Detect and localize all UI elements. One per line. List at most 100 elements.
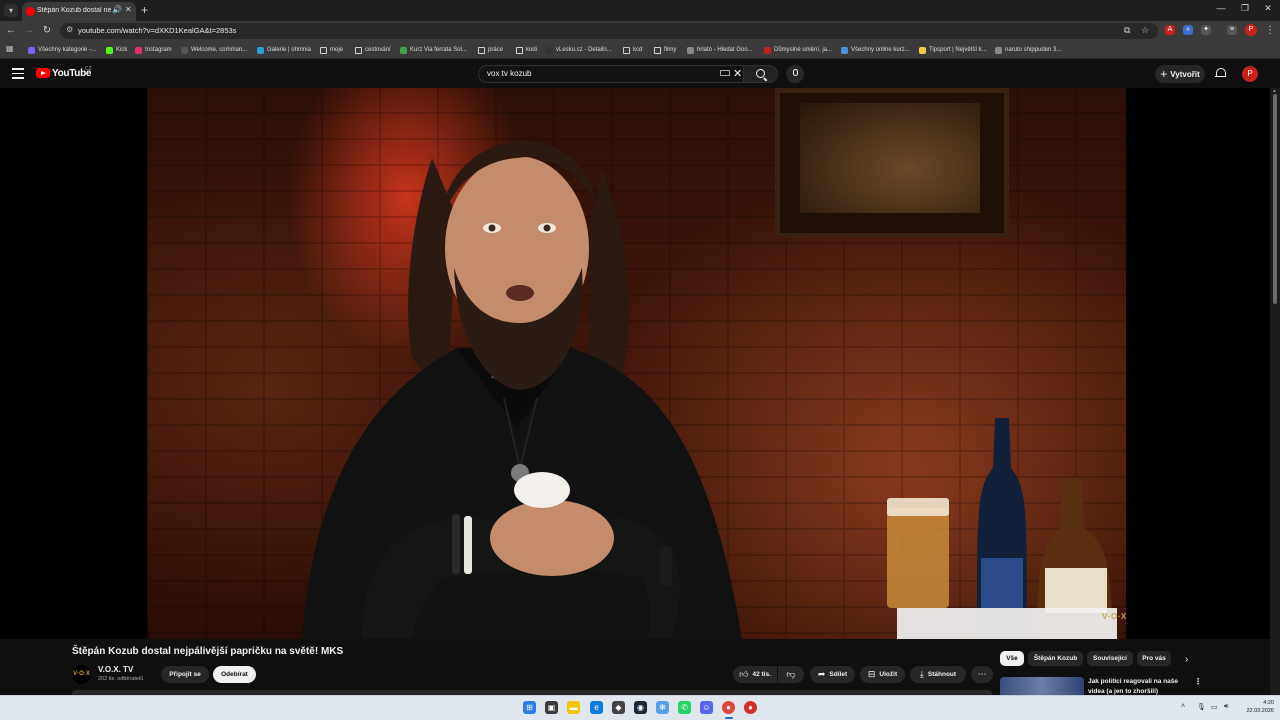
browser-profile-avatar[interactable]: P — [1245, 24, 1257, 36]
extension-translate-icon[interactable]: » — [1183, 25, 1193, 35]
bookmark-item[interactable]: Důmyslné umění, ja... — [764, 45, 832, 55]
search-input[interactable]: vox tv kozub ✕ — [478, 65, 744, 83]
channel-name[interactable]: V.O.X. TV — [98, 665, 133, 674]
apps-grid-icon[interactable]: ▦ — [6, 44, 14, 53]
search-button[interactable] — [744, 65, 778, 83]
address-bar[interactable]: ⚙ youtube.com/watch?v=dXKD1KealGA&t=2853… — [60, 23, 1158, 39]
chip-label: Vše — [1006, 655, 1018, 662]
tab-close-icon[interactable]: ✕ — [125, 5, 132, 14]
microphone-tray-icon[interactable]: 🎙︎ — [1197, 703, 1206, 711]
recommendation-title[interactable]: Jak politici reagovali na naše videa (a … — [1088, 677, 1186, 696]
bookmark-item[interactable]: Instagram — [135, 45, 172, 55]
clear-search-icon[interactable]: ✕ — [733, 67, 742, 81]
chip-for-you[interactable]: Pro vás — [1137, 651, 1171, 666]
restore-button[interactable]: ❐ — [1234, 3, 1256, 14]
bookmark-label: Všechny kategorie -... — [38, 47, 97, 53]
media-control-icon[interactable]: ≡ — [1227, 25, 1237, 35]
new-tab-button[interactable]: + — [141, 3, 148, 17]
site-info-icon[interactable]: ⚙ — [66, 25, 73, 34]
menu-icon[interactable] — [12, 68, 24, 79]
address-url: youtube.com/watch?v=dXKD1KealGA&t=2853s — [78, 26, 237, 35]
install-app-icon[interactable]: ⧉ — [1124, 25, 1130, 36]
bookmark-item[interactable]: Všechny kategorie -... — [28, 45, 96, 55]
download-button[interactable]: ⤓ Stáhnout — [910, 666, 966, 683]
extensions-puzzle-icon[interactable]: ✦ — [1201, 25, 1211, 35]
more-actions-button[interactable]: ⋯ — [971, 666, 993, 683]
voice-search-button[interactable] — [786, 65, 804, 83]
chip-all[interactable]: Vše — [1000, 651, 1024, 666]
network-icon[interactable]: ▭ — [1211, 703, 1218, 711]
back-button[interactable]: ← — [4, 24, 18, 38]
more-vertical-icon[interactable]: ⋮ — [1194, 677, 1202, 686]
system-clock[interactable]: 4:20 22.03.2026 — [1238, 699, 1274, 715]
bookmark-item[interactable]: kodi — [516, 45, 537, 55]
bookmark-label: Důmyslné umění, ja... — [774, 47, 833, 53]
edge-icon[interactable]: e — [590, 701, 603, 714]
bookmark-item[interactable]: moje — [320, 45, 343, 55]
like-button[interactable]: 👍︎ 42 tis. — [733, 666, 777, 683]
extension-pdf-icon[interactable]: A — [1165, 25, 1175, 35]
tab-search-button[interactable]: ▾ — [4, 4, 18, 17]
avatar[interactable]: P — [1242, 66, 1258, 82]
browser-tab[interactable]: Štěpán Kozub dostal nejpáli 🔊 ✕ — [22, 2, 136, 21]
create-button[interactable]: + Vytvořit — [1155, 65, 1205, 83]
bookmark-label: moje — [330, 47, 344, 53]
task-view-icon[interactable]: ▣ — [545, 701, 558, 714]
bookmark-label: naruto shippuden 3... — [1005, 47, 1062, 53]
tray-overflow-icon[interactable]: ˄ — [1181, 703, 1185, 710]
bookmark-item[interactable]: naruto shippuden 3... — [995, 45, 1061, 55]
folder-icon — [478, 46, 485, 54]
bookmark-label: kodi — [526, 47, 538, 53]
browser-menu-icon[interactable]: ⋮ — [1263, 24, 1277, 38]
chip-related[interactable]: Související — [1087, 651, 1133, 666]
dislike-button[interactable]: 👎︎ — [778, 666, 804, 683]
page-scrollbar[interactable]: ▲ — [1270, 88, 1280, 695]
join-label: Připojit se — [169, 671, 201, 678]
steam-icon[interactable]: ◉ — [634, 701, 647, 714]
reload-button[interactable]: ↻ — [40, 24, 54, 38]
bookmark-item[interactable]: Welcome, comman... — [181, 45, 247, 55]
window-close-button[interactable]: ✕ — [1257, 3, 1279, 14]
bookmark-item[interactable]: Kick — [106, 45, 127, 55]
like-count: 42 tis. — [752, 671, 771, 678]
whatsapp-icon[interactable]: ✆ — [678, 701, 691, 714]
bookmark-item[interactable]: Všechny online kurz... — [841, 45, 910, 55]
bookmark-item[interactable]: hriató - Hledat Goo... — [687, 45, 753, 55]
start-windows-icon[interactable]: ⊞ — [523, 701, 536, 714]
share-button[interactable]: ➦ Sdílet — [810, 666, 855, 683]
forward-button[interactable]: → — [22, 24, 36, 38]
minimize-button[interactable]: — — [1210, 3, 1232, 13]
bookmark-item[interactable]: cestování — [355, 45, 391, 55]
chrome-icon[interactable]: ● — [722, 701, 735, 714]
recommendation-thumbnail[interactable] — [1000, 677, 1084, 695]
bookmark-item[interactable]: práce — [478, 45, 503, 55]
channel-watermark[interactable]: V·O·X — [1102, 612, 1127, 621]
youtube-logo-icon[interactable] — [36, 68, 50, 78]
bookmark-item[interactable]: Tipsport | Největší k... — [919, 45, 987, 55]
video-player[interactable]: V·O·X — [0, 88, 1270, 639]
scrollbar-thumb[interactable] — [1273, 94, 1277, 304]
bookmark-item[interactable]: filmy — [654, 45, 676, 55]
bookmark-item[interactable]: kcd — [623, 45, 642, 55]
file-explorer-icon[interactable]: ▬ — [567, 701, 580, 714]
channel-avatar[interactable]: V·O·X — [72, 665, 91, 684]
bookmark-item[interactable]: vLesku.cz - Detailn... — [546, 45, 612, 55]
volume-icon[interactable]: 🔊︎ — [1224, 703, 1228, 711]
notifications-bell-icon[interactable] — [1215, 68, 1226, 79]
snowflake-app-icon[interactable]: ✻ — [656, 701, 669, 714]
chevron-right-icon[interactable]: › — [1185, 654, 1188, 665]
app-icon[interactable]: ◆ — [612, 701, 625, 714]
bookmark-item[interactable]: Galerie | ohmnia — [257, 45, 311, 55]
chip-stepan-kozub[interactable]: Štěpán Kozub — [1028, 651, 1083, 666]
join-button[interactable]: Připojit se — [161, 666, 209, 683]
save-button[interactable]: ⊟ Uložit — [860, 666, 905, 683]
plus-icon: + — [1160, 67, 1168, 81]
app-red-icon[interactable]: ● — [744, 701, 757, 714]
bookmark-star-icon[interactable]: ☆ — [1141, 25, 1149, 36]
bookmark-item[interactable]: Kurz Via ferrata Sol... — [400, 45, 467, 55]
video-frame[interactable] — [147, 88, 1126, 639]
discord-icon[interactable]: ☺ — [700, 701, 713, 714]
subscribe-button[interactable]: Odebírat — [213, 666, 256, 683]
keyboard-icon[interactable] — [720, 70, 730, 76]
tab-audio-icon[interactable]: 🔊 — [112, 5, 122, 14]
